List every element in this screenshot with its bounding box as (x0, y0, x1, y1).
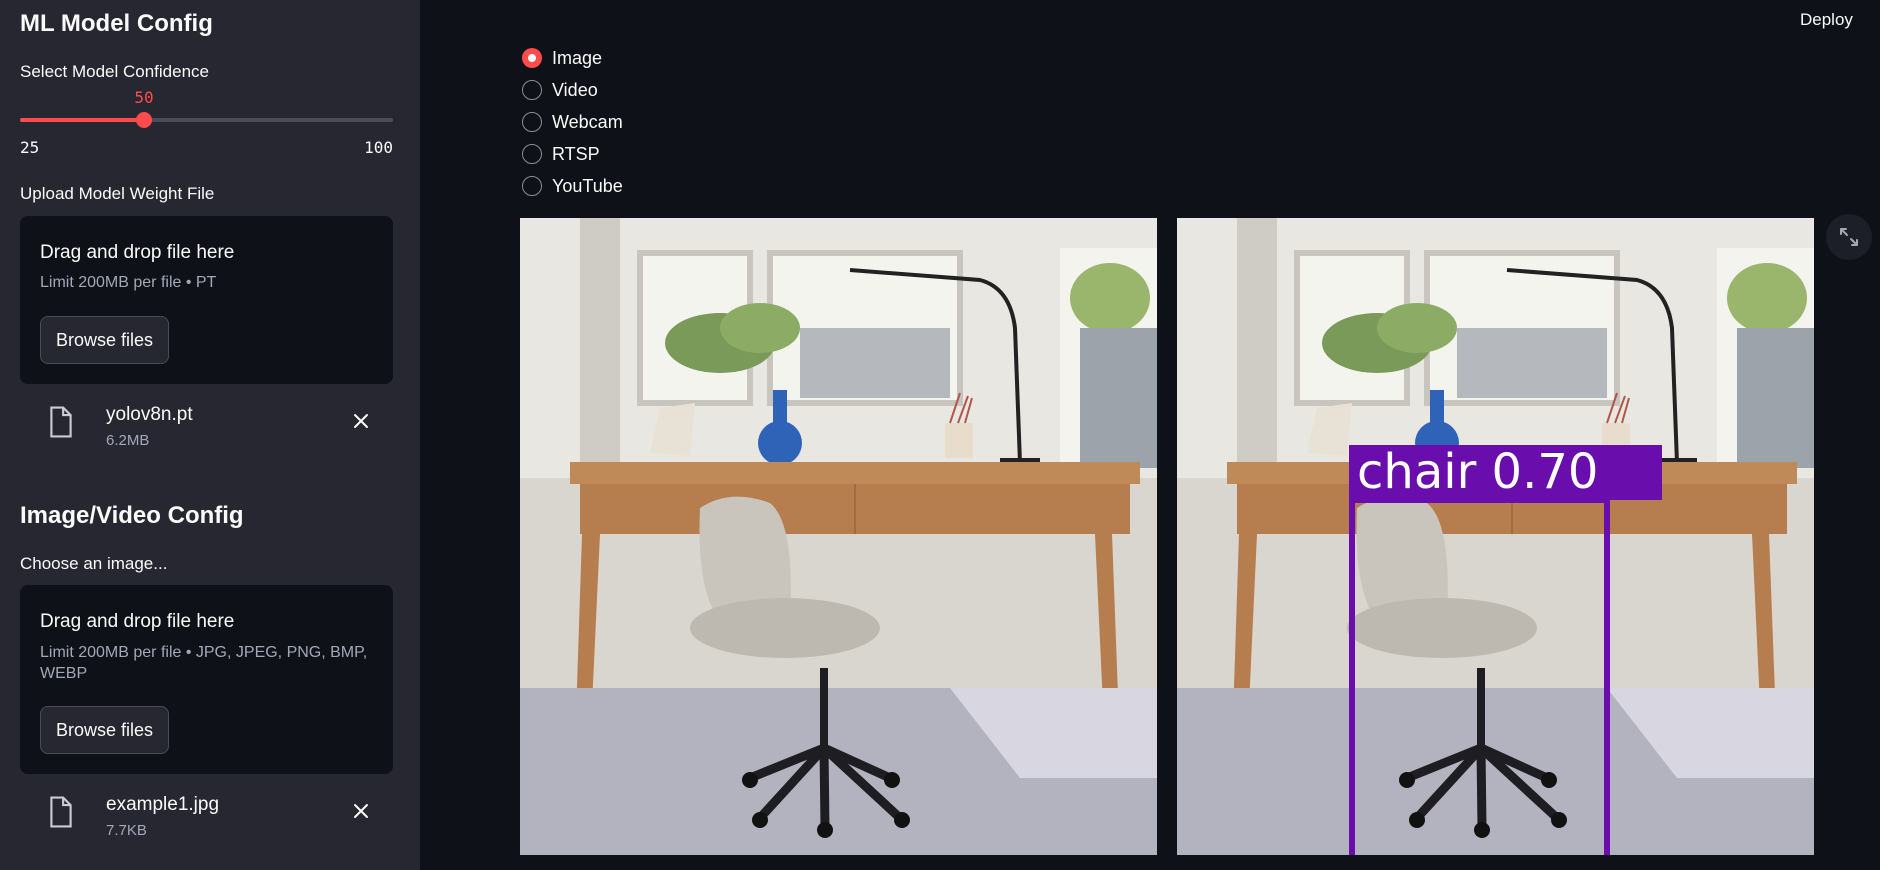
uploaded-image-file: example1.jpg 7.7KB (20, 790, 393, 850)
detection-label: chair 0.70 (1357, 444, 1598, 500)
slider-value: 50 (134, 88, 154, 107)
dropzone-title: Drag and drop file here (40, 611, 235, 632)
image-upload-label: Choose an image... (20, 554, 168, 573)
deploy-button[interactable]: Deploy (1800, 10, 1853, 30)
radio-label: Webcam (552, 111, 623, 132)
browse-image-button[interactable]: Browse files (40, 706, 170, 754)
desk-scene-detected: chair 0.70 (1177, 218, 1814, 855)
app-root: ML Model Config Select Model Confidence … (0, 0, 1880, 870)
dropzone-limit: Limit 200MB per file • JPG, JPEG, PNG, B… (40, 644, 368, 682)
media-config-title: Image/Video Config (20, 502, 244, 529)
radio-circle[interactable] (522, 112, 542, 132)
weight-dropzone[interactable]: Drag and drop file here Limit 200MB per … (20, 216, 393, 384)
expand-icon (1840, 228, 1858, 246)
dropzone-limit: Limit 200MB per file • PT (40, 274, 217, 291)
file-name: example1.jpg (106, 794, 220, 815)
file-size: 6.2MB (106, 432, 150, 449)
radio-option-youtube[interactable]: YouTube (522, 170, 623, 202)
file-icon (50, 796, 72, 828)
browse-weights-button[interactable]: Browse files (40, 316, 170, 364)
confidence-slider[interactable]: 50 25 100 (20, 88, 393, 157)
radio-label: RTSP (552, 143, 600, 164)
radio-option-rtsp[interactable]: RTSP (522, 138, 623, 170)
radio-label: YouTube (552, 175, 623, 196)
radio-circle[interactable] (522, 176, 542, 196)
desk-scene-image (520, 218, 1157, 855)
slider-max-label: 100 (364, 138, 393, 157)
file-icon (50, 406, 72, 438)
remove-image-file-button[interactable] (348, 798, 374, 824)
remove-weight-file-button[interactable] (348, 408, 374, 434)
fullscreen-button[interactable] (1826, 214, 1872, 260)
weight-upload-label: Upload Model Weight File (20, 184, 215, 203)
slider-fill (20, 118, 144, 122)
close-icon (354, 414, 368, 428)
slider-min-label: 25 (20, 138, 40, 157)
radio-option-webcam[interactable]: Webcam (522, 106, 623, 138)
uploaded-weight-file: yolov8n.pt 6.2MB (20, 400, 393, 460)
detected-image: chair 0.70 (1177, 218, 1814, 855)
radio-label: Video (552, 79, 598, 100)
radio-circle[interactable] (522, 144, 542, 164)
dropzone-title: Drag and drop file here (40, 242, 235, 263)
radio-circle[interactable] (522, 80, 542, 100)
source-radio-group: Image Video Webcam RTSP YouTube (522, 42, 623, 202)
original-image (520, 218, 1157, 855)
file-size: 7.7KB (106, 822, 147, 839)
radio-circle[interactable] (522, 48, 542, 68)
file-name: yolov8n.pt (106, 404, 193, 425)
confidence-label: Select Model Confidence (20, 62, 210, 81)
image-dropzone[interactable]: Drag and drop file here Limit 200MB per … (20, 585, 393, 774)
close-icon (354, 804, 368, 818)
radio-option-image[interactable]: Image (522, 42, 623, 74)
model-config-title: ML Model Config (20, 10, 213, 37)
radio-label: Image (552, 47, 603, 68)
sidebar: ML Model Config Select Model Confidence … (0, 0, 420, 870)
radio-option-video[interactable]: Video (522, 74, 623, 106)
slider-thumb[interactable] (136, 112, 152, 128)
